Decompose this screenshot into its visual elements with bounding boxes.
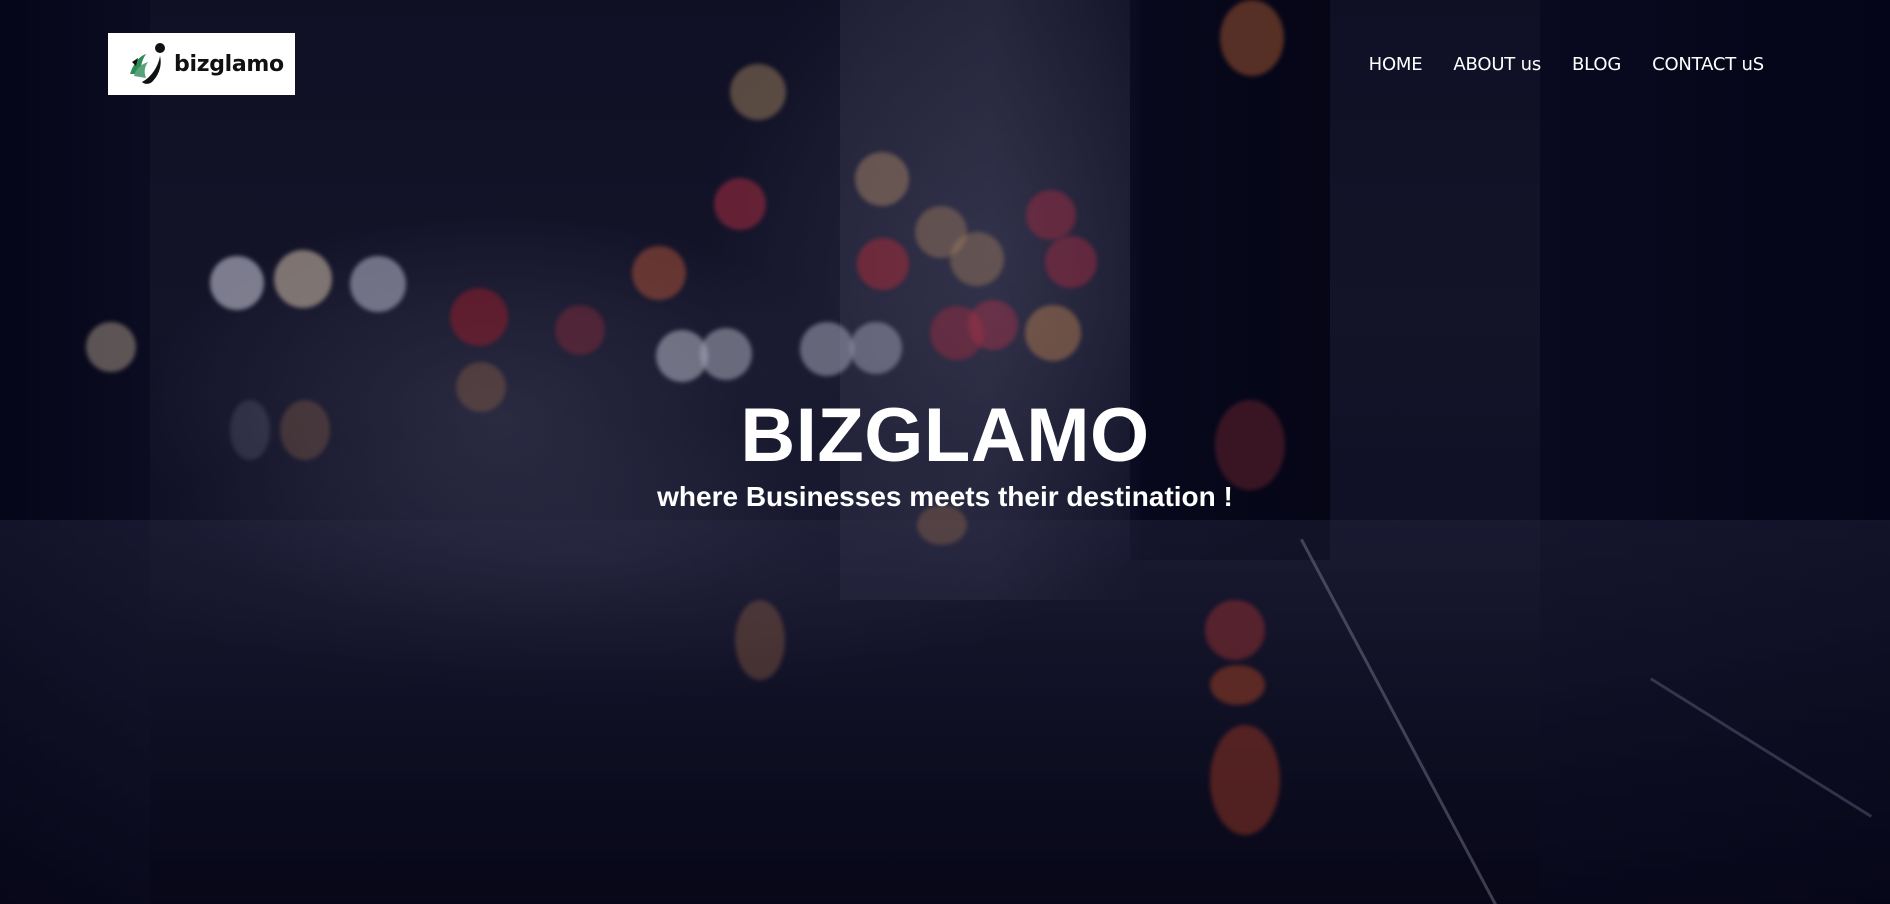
- hero-subtitle: where Businesses meets their destination…: [657, 481, 1233, 512]
- bokeh-light: [950, 232, 1004, 286]
- bokeh-light: [855, 152, 909, 206]
- bokeh-light: [857, 238, 909, 290]
- main-nav: HOME ABOUT us BLOG CONTACT uS: [1369, 54, 1765, 75]
- bokeh-light: [274, 250, 332, 308]
- hero-title: BIZGLAMO: [740, 393, 1150, 478]
- road-light-streak: [1300, 538, 1519, 904]
- bokeh-light: [850, 322, 902, 374]
- bizglamo-logo-icon: [130, 43, 165, 84]
- bokeh-light: [714, 178, 766, 230]
- hero-text-block: BIZGLAMO where Businesses meets their de…: [0, 392, 1890, 514]
- bokeh-light: [632, 246, 686, 300]
- bokeh-light: [210, 256, 264, 310]
- bokeh-light: [1025, 305, 1081, 361]
- nav-home-link[interactable]: HOME: [1369, 54, 1423, 75]
- hero-section: bizglamo HOME ABOUT us BLOG CONTACT uS B…: [0, 0, 1890, 904]
- nav-blog-link[interactable]: BLOG: [1572, 54, 1621, 75]
- bokeh-light: [968, 300, 1018, 350]
- logo-text: bizglamo: [174, 51, 284, 77]
- bokeh-light: [86, 322, 136, 372]
- bokeh-light: [930, 306, 984, 360]
- bokeh-light: [1026, 190, 1076, 240]
- background-road-reflection: [0, 520, 1890, 904]
- bokeh-light: [915, 206, 967, 258]
- bokeh-light: [1210, 665, 1265, 705]
- road-light-streak: [1650, 677, 1873, 818]
- bokeh-light: [1210, 725, 1280, 835]
- bokeh-light: [730, 64, 786, 120]
- nav-contact-link[interactable]: CONTACT uS: [1652, 54, 1764, 75]
- logo[interactable]: bizglamo: [108, 33, 295, 95]
- bokeh-light: [450, 288, 508, 346]
- bokeh-light: [555, 305, 605, 355]
- bokeh-light: [1205, 600, 1265, 660]
- bokeh-light: [700, 328, 752, 380]
- bokeh-light: [350, 256, 406, 312]
- bokeh-light: [800, 322, 854, 376]
- bokeh-light: [656, 330, 708, 382]
- nav-about-link[interactable]: ABOUT us: [1453, 54, 1541, 75]
- bokeh-light: [1220, 0, 1284, 76]
- bokeh-light: [735, 600, 785, 680]
- bokeh-light: [1045, 236, 1097, 288]
